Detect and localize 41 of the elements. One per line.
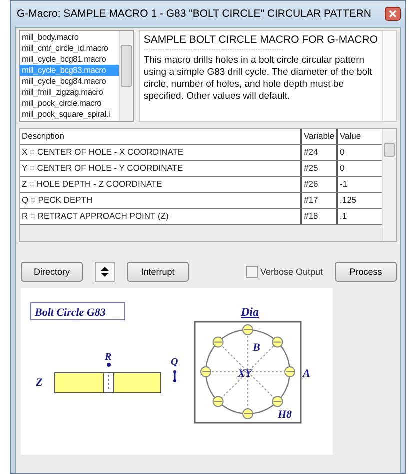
table-cell-text: .125: [339, 194, 358, 207]
up-down-arrow-icon: [101, 267, 109, 277]
a-label: A: [303, 368, 310, 380]
spinner-button[interactable]: [95, 262, 115, 282]
table-cell-text: .1: [339, 210, 348, 223]
scrollbar[interactable]: [382, 31, 396, 121]
close-icon: [389, 10, 397, 18]
peck-marker-icon: [174, 370, 176, 382]
column-header: Value: [339, 130, 362, 143]
verbose-checkbox[interactable]: [246, 266, 258, 278]
b-label: B: [253, 342, 260, 354]
window-title: G-Macro: SAMPLE MACRO 1 - G83 "BOLT CIRCLE" CIRCULAR PATTERN: [17, 8, 372, 20]
r-label: R: [105, 352, 112, 363]
z-label: Z: [36, 377, 43, 389]
scrollbar[interactable]: [382, 129, 396, 241]
macro-list-item[interactable]: mill_pock_circle.macro: [20, 98, 119, 109]
process-button[interactable]: Process: [335, 262, 397, 282]
macro-list-item[interactable]: mill_cntr_circle_id.macro: [20, 43, 119, 54]
table-cell-text: 0: [339, 162, 346, 175]
checkbox-label: Verbose Output: [260, 267, 323, 277]
close-button[interactable]: [385, 7, 401, 21]
diagram-title: Bolt Circle G83: [35, 307, 106, 319]
retract-point-icon: [107, 363, 111, 367]
macro-list-item[interactable]: mill_cycle_bcg84.macro: [20, 76, 119, 87]
hole-count-label: H8: [278, 409, 292, 421]
q-label: Q: [171, 357, 178, 368]
macro-list-item[interactable]: mill_body.macro: [20, 32, 119, 43]
macro-list-item[interactable]: mill_fmill_zigzag.macro: [20, 87, 119, 98]
scrollbar[interactable]: [118, 31, 133, 121]
directory-button[interactable]: Directory: [21, 262, 83, 282]
macro-list-item[interactable]: mill_cycle_bcg81.macro: [20, 54, 119, 65]
description-heading: SAMPLE BOLT CIRCLE MACRO FOR G-MACRO: [144, 34, 378, 46]
macro-list-item[interactable]: mill_pock_square_spiral.i: [20, 109, 119, 120]
xy-label: XY: [238, 368, 252, 380]
table-cell-text: -1: [339, 178, 349, 191]
interrupt-button[interactable]: Interrupt: [127, 262, 189, 282]
description-text: This macro drills holes in a bolt circle circular pattern using a simple G83 drill cycle. The diameter of the bolt circle, number of holes, and hole depth must be specified. Other values will default.: [144, 55, 374, 103]
diameter-label: Dia: [241, 305, 259, 319]
table-cell: R = RETRACT APPROACH POINT (Z): [20, 209, 302, 224]
table-cell: #18: [302, 209, 338, 224]
table-cell-text: 0: [339, 146, 346, 159]
